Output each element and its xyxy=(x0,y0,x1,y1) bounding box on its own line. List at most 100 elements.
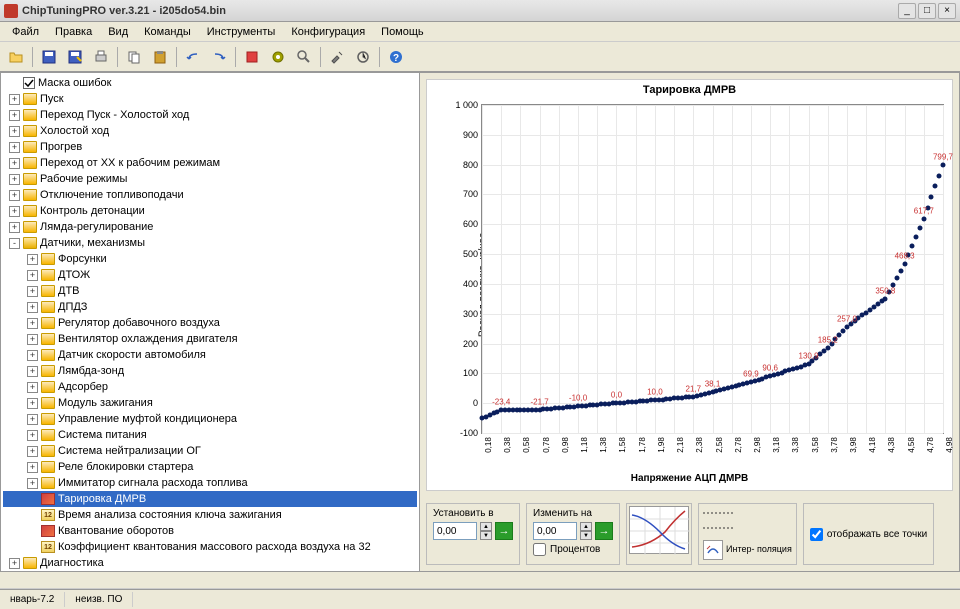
tree-item[interactable]: +Лямбда-зонд xyxy=(3,363,417,379)
tree-item[interactable]: +Модуль зажигания xyxy=(3,395,417,411)
paste-icon[interactable] xyxy=(148,45,172,69)
expand-icon[interactable]: + xyxy=(9,174,20,185)
tree-item[interactable]: + Диагностика xyxy=(3,555,417,571)
tree-item[interactable]: -Датчики, механизмы xyxy=(3,235,417,251)
undo-icon[interactable] xyxy=(181,45,205,69)
expand-icon[interactable]: + xyxy=(27,414,38,425)
tree-item[interactable]: +Отключение топливоподачи xyxy=(3,187,417,203)
tree-item[interactable]: 12Коэффициент квантования массового расх… xyxy=(3,539,417,555)
tree-item[interactable]: +Регулятор добавочного воздуха xyxy=(3,315,417,331)
gear-icon[interactable] xyxy=(266,45,290,69)
tree-item[interactable]: +Пуск xyxy=(3,91,417,107)
tree-item-label: Управление муфтой кондиционера xyxy=(58,413,237,425)
change-spin-down[interactable]: ▼ xyxy=(580,531,592,540)
tree-item[interactable]: +Рабочие режимы xyxy=(3,171,417,187)
tools2-icon[interactable] xyxy=(351,45,375,69)
tree-item[interactable]: +ДТВ xyxy=(3,283,417,299)
menu-вид[interactable]: Вид xyxy=(100,24,136,40)
print-icon[interactable] xyxy=(89,45,113,69)
tree-item[interactable]: +Холостой ход xyxy=(3,123,417,139)
menu-команды[interactable]: Команды xyxy=(136,24,199,40)
menu-инструменты[interactable]: Инструменты xyxy=(199,24,284,40)
thumbnail-1[interactable] xyxy=(629,506,689,554)
tree-item[interactable]: Тарировка ДМРВ xyxy=(3,491,417,507)
menu-файл[interactable]: Файл xyxy=(4,24,47,40)
set-value-input[interactable] xyxy=(433,522,477,540)
tree-panel[interactable]: Маска ошибок+Пуск+Переход Пуск - Холосто… xyxy=(0,72,420,572)
info-icon[interactable] xyxy=(240,45,264,69)
set-spin-up[interactable]: ▲ xyxy=(480,522,492,531)
tree-item[interactable]: + Управление муфтой кондиционера xyxy=(3,411,417,427)
interp-button[interactable] xyxy=(703,540,723,560)
expand-icon[interactable]: + xyxy=(9,110,20,121)
expand-icon[interactable]: + xyxy=(9,94,20,105)
show-all-checkbox[interactable] xyxy=(810,528,823,541)
menu-конфигурация[interactable]: Конфигурация xyxy=(283,24,373,40)
tree-item[interactable]: +ДТОЖ xyxy=(3,267,417,283)
expand-icon[interactable]: + xyxy=(27,334,38,345)
tree-item[interactable]: +Лямда-регулирование xyxy=(3,219,417,235)
minimize-button[interactable]: _ xyxy=(898,3,916,19)
expand-icon[interactable]: + xyxy=(9,222,20,233)
maximize-button[interactable]: □ xyxy=(918,3,936,19)
expand-icon[interactable]: + xyxy=(27,286,38,297)
redo-icon[interactable] xyxy=(207,45,231,69)
tree-item[interactable]: +Адсорбер xyxy=(3,379,417,395)
y-tick: 700 xyxy=(463,189,482,199)
plot[interactable]: -10001002003004005006007008009001 0000,1… xyxy=(481,104,944,434)
search-icon[interactable] xyxy=(292,45,316,69)
tree-item[interactable]: +Система питания xyxy=(3,427,417,443)
expand-icon[interactable]: + xyxy=(9,190,20,201)
copy-icon[interactable] xyxy=(122,45,146,69)
expand-icon[interactable]: + xyxy=(9,142,20,153)
expand-icon[interactable]: + xyxy=(27,318,38,329)
expand-icon[interactable]: + xyxy=(27,270,38,281)
tree-item[interactable]: +Иммитатор сигнала расхода топлива xyxy=(3,475,417,491)
expand-icon[interactable]: + xyxy=(9,158,20,169)
tree-item[interactable]: +Прогрев xyxy=(3,139,417,155)
x-tick: 4,18 xyxy=(866,437,877,453)
expand-icon[interactable]: + xyxy=(27,254,38,265)
expand-icon[interactable]: + xyxy=(27,350,38,361)
expand-icon[interactable]: + xyxy=(27,366,38,377)
percent-checkbox[interactable] xyxy=(533,543,546,556)
expand-icon[interactable]: + xyxy=(27,302,38,313)
change-spin-up[interactable]: ▲ xyxy=(580,522,592,531)
close-button[interactable]: × xyxy=(938,3,956,19)
expand-icon[interactable]: + xyxy=(27,462,38,473)
tools1-icon[interactable] xyxy=(325,45,349,69)
expand-icon[interactable]: + xyxy=(27,398,38,409)
expand-icon[interactable]: + xyxy=(9,206,20,217)
collapse-icon[interactable]: - xyxy=(9,238,20,249)
tree-item-label: Диагностика xyxy=(40,557,104,569)
change-value-input[interactable] xyxy=(533,522,577,540)
menu-правка[interactable]: Правка xyxy=(47,24,100,40)
change-apply-button[interactable]: → xyxy=(595,522,613,540)
save-icon[interactable] xyxy=(37,45,61,69)
tree-item[interactable]: +Датчик скорости автомобиля xyxy=(3,347,417,363)
tree-item[interactable]: +Реле блокировки стартера xyxy=(3,459,417,475)
expand-icon[interactable]: + xyxy=(27,382,38,393)
tree-item[interactable]: +Контроль детонации xyxy=(3,203,417,219)
expand-icon[interactable]: + xyxy=(9,558,20,569)
tree-item[interactable]: Маска ошибок xyxy=(3,75,417,91)
tree-item[interactable]: +ДПДЗ xyxy=(3,299,417,315)
tree-item[interactable]: 12Время анализа состояния ключа зажигани… xyxy=(3,507,417,523)
tree-item[interactable]: +Вентилятор охлаждения двигателя xyxy=(3,331,417,347)
expand-icon[interactable]: + xyxy=(27,430,38,441)
expand-icon[interactable]: + xyxy=(27,478,38,489)
set-spin-down[interactable]: ▼ xyxy=(480,531,492,540)
tree-item[interactable]: +Переход от ХХ к рабочим режимам xyxy=(3,155,417,171)
tree-item[interactable]: Квантование оборотов xyxy=(3,523,417,539)
menu-помощь[interactable]: Помощь xyxy=(373,24,432,40)
set-apply-button[interactable]: → xyxy=(495,522,513,540)
tree-item[interactable]: +Форсунки xyxy=(3,251,417,267)
tree-item[interactable]: +Переход Пуск - Холостой ход xyxy=(3,107,417,123)
expand-icon[interactable]: + xyxy=(27,446,38,457)
expand-icon[interactable]: + xyxy=(9,126,20,137)
x-tick: 0,98 xyxy=(559,437,570,453)
save-as-icon[interactable] xyxy=(63,45,87,69)
open-icon[interactable] xyxy=(4,45,28,69)
tree-item[interactable]: +Система нейтрализации ОГ xyxy=(3,443,417,459)
help-icon[interactable]: ? xyxy=(384,45,408,69)
